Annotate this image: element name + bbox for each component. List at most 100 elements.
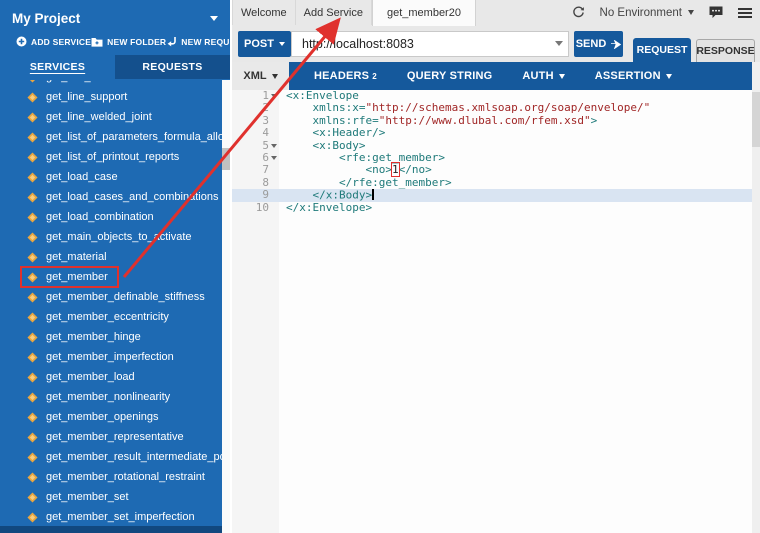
service-item[interactable]: get_main_objects_to_activate: [0, 227, 222, 247]
tab-welcome[interactable]: Welcome: [232, 0, 296, 25]
fold-icon[interactable]: [269, 90, 279, 102]
service-item[interactable]: get_line_welded_joint: [0, 107, 222, 127]
service-diamond-icon: [27, 431, 38, 443]
fold-icon[interactable]: [269, 152, 279, 164]
service-item-label: get_member_load: [46, 371, 135, 383]
tab-get-member20[interactable]: get_member20: [371, 0, 476, 26]
menu-icon[interactable]: [738, 7, 752, 18]
service-item[interactable]: get_list_of_printout_reports: [0, 147, 222, 167]
refresh-icon[interactable]: [572, 6, 585, 19]
tab-requests[interactable]: REQUESTS: [115, 55, 230, 79]
body-toolbar: XML HEADERS 2 QUERY STRING AUTH ASSERTION: [232, 62, 760, 90]
sidebar-scrollbar[interactable]: [222, 80, 230, 533]
line-number: 5: [232, 139, 279, 152]
service-diamond-icon: [27, 231, 38, 243]
service-item-label: get_member_rotational_restraint: [46, 471, 205, 483]
comment-icon[interactable]: [709, 6, 723, 19]
sidebar-tabs: SERVICES REQUESTS: [0, 55, 230, 79]
service-item-label: get_member_set: [46, 491, 129, 503]
toolbar-item-query-string[interactable]: QUERY STRING: [392, 62, 508, 90]
service-item[interactable]: get_member_nonlinearity: [0, 387, 222, 407]
project-header[interactable]: My Project: [0, 0, 230, 32]
service-item-label: get_list_of_printout_reports: [46, 151, 180, 163]
tab-request[interactable]: REQUEST: [633, 38, 691, 62]
service-item[interactable]: get_material: [0, 247, 222, 267]
service-diamond-icon: [27, 471, 38, 483]
service-diamond-icon: [27, 411, 38, 423]
line-number: 10: [232, 201, 279, 214]
body-type-label: XML: [243, 70, 267, 82]
service-item[interactable]: get_member_openings: [0, 407, 222, 427]
service-item[interactable]: get_load_combination: [0, 207, 222, 227]
service-item[interactable]: get_member_definable_stiffness: [0, 287, 222, 307]
service-diamond-icon: [27, 511, 38, 523]
url-input[interactable]: [291, 31, 569, 57]
tab-services[interactable]: SERVICES: [0, 55, 115, 79]
line-number: 7: [232, 163, 279, 176]
environment-label: No Environment: [599, 6, 682, 19]
service-item[interactable]: get_load_case: [0, 167, 222, 187]
tab-add-service[interactable]: Add Service: [296, 0, 372, 25]
environment-selector[interactable]: No Environment: [600, 7, 694, 19]
service-diamond-icon: [27, 91, 38, 103]
service-item[interactable]: get_member_eccentricity: [0, 307, 222, 327]
xml-editor[interactable]: 1 <x:Envelope 2 xmlns:x="http://schemas.xm…: [232, 89, 752, 533]
line-number: 9: [232, 188, 279, 201]
service-item[interactable]: get_list_of_parameters_formula_allow...: [0, 127, 222, 147]
toolbar-item-badge: 2: [372, 71, 377, 81]
editor-scrollbar-thumb[interactable]: [752, 92, 760, 147]
add-service-button[interactable]: ADD SERVICE: [16, 36, 91, 47]
service-item-label: get_line_…: [46, 80, 102, 83]
code-line[interactable]: 10 </x:Envelope>: [232, 201, 752, 214]
toolbar-item-auth[interactable]: AUTH: [507, 62, 579, 90]
editor-scrollbar[interactable]: [752, 62, 760, 533]
service-item[interactable]: get_member_set_imperfection: [0, 507, 222, 526]
sidebar-scrollbar-thumb[interactable]: [222, 148, 230, 170]
service-diamond-icon: [27, 191, 38, 203]
fold-icon[interactable]: [269, 140, 279, 152]
service-item-label: get_line_welded_joint: [46, 111, 152, 123]
service-item[interactable]: get_load_cases_and_combinations: [0, 187, 222, 207]
toolbar-item-assertion[interactable]: ASSERTION: [580, 62, 687, 90]
service-item[interactable]: get_member_representative: [0, 427, 222, 447]
service-item[interactable]: get_member_result_intermediate_point: [0, 447, 222, 467]
service-item[interactable]: get_member_hinge: [0, 327, 222, 347]
service-diamond-icon: [27, 351, 38, 363]
new-folder-button[interactable]: NEW FOLDER: [91, 37, 166, 47]
add-service-label: ADD SERVICE: [31, 36, 92, 47]
code-line[interactable]: 8 </rfe:get_member>: [232, 176, 752, 189]
service-item-label: get_material: [46, 251, 107, 263]
method-dropdown[interactable]: POST: [238, 31, 291, 57]
service-item[interactable]: get_member_rotational_restraint: [0, 467, 222, 487]
document-tabstrip: Welcome Add Service get_member20 No Envi…: [232, 0, 760, 26]
method-label: POST: [244, 38, 274, 50]
plus-circle-icon: [16, 36, 27, 47]
service-item[interactable]: get_member_set: [0, 487, 222, 507]
sidebar-horizontal-scrollbar[interactable]: [0, 526, 222, 533]
service-item-label: get_list_of_parameters_formula_allow...: [46, 131, 222, 143]
chevron-down-icon: [210, 15, 218, 21]
url-history-chevron-icon[interactable]: [555, 41, 563, 46]
line-number: 4: [232, 126, 279, 139]
service-item[interactable]: get_member_load: [0, 367, 222, 387]
service-item[interactable]: get_member: [0, 267, 222, 287]
annotation-boxed-value: 1: [391, 162, 400, 178]
toolbar-item-label: AUTH: [522, 70, 554, 82]
tab-response[interactable]: RESPONSE: [696, 39, 755, 62]
line-number: 2: [232, 101, 279, 114]
send-button[interactable]: SEND: [574, 31, 623, 57]
service-item[interactable]: get_member_imperfection: [0, 347, 222, 367]
line-number: 1: [232, 89, 279, 102]
service-item[interactable]: get_line_…: [0, 80, 222, 87]
service-item[interactable]: get_line_support: [0, 87, 222, 107]
service-item-label: get_main_objects_to_activate: [46, 231, 192, 243]
service-item-label: get_line_support: [46, 91, 128, 103]
body-type-dropdown[interactable]: XML: [232, 62, 289, 90]
service-item-label: get_member: [46, 271, 108, 283]
toolbar-item-headers[interactable]: HEADERS 2: [299, 62, 392, 90]
